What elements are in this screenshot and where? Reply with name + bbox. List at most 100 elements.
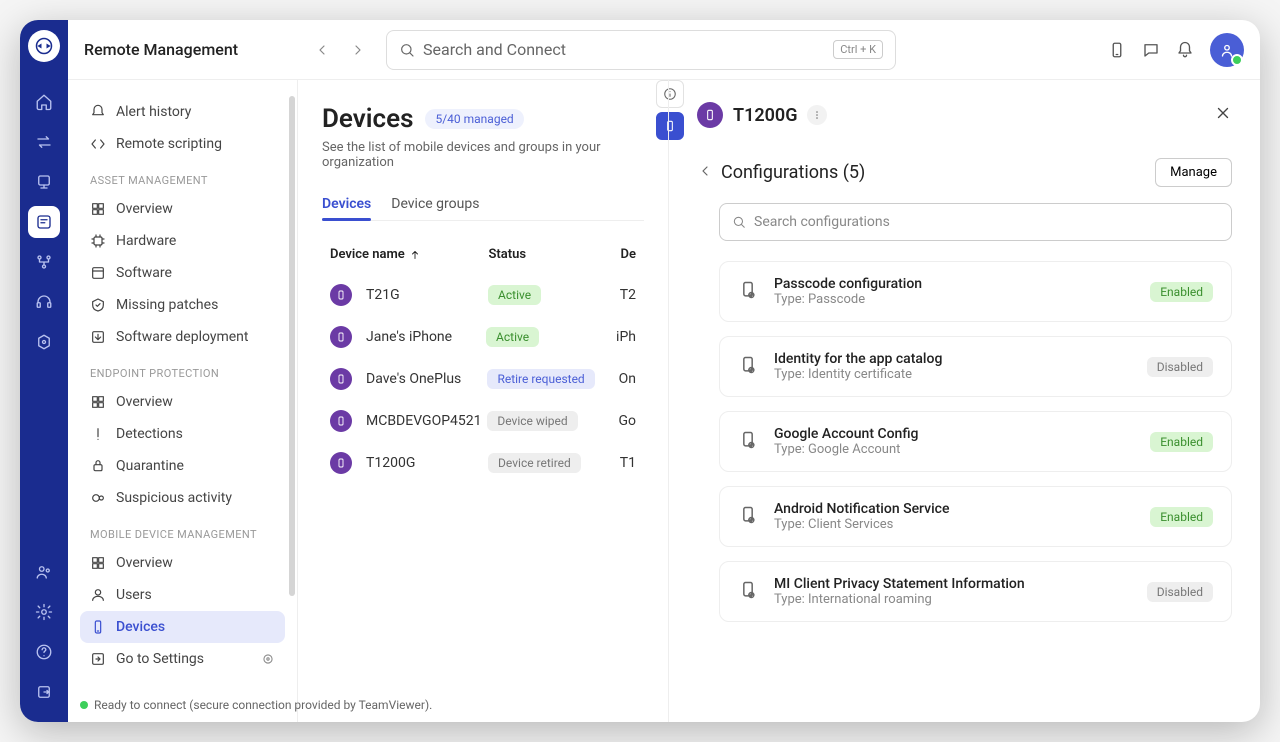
search-bar[interactable]: Search and Connect Ctrl + K xyxy=(386,30,896,70)
sidebar-item-users[interactable]: Users xyxy=(80,579,285,611)
kebab-menu[interactable] xyxy=(807,105,827,125)
page-subtitle: See the list of mobile devices and group… xyxy=(322,140,644,170)
device-type: iPh xyxy=(616,329,636,345)
device-name: T1200G xyxy=(366,455,415,471)
device-name: Jane's iPhone xyxy=(366,329,452,345)
config-state-badge: Disabled xyxy=(1147,582,1213,602)
table-row[interactable]: Dave's OnePlus Retire requested On xyxy=(322,358,644,400)
config-card[interactable]: Google Account Config Type: Google Accou… xyxy=(719,411,1232,472)
status-badge: Active xyxy=(488,285,541,305)
sidebar-item-mdm-overview[interactable]: Overview xyxy=(80,547,285,579)
sidebar-item-label: Detections xyxy=(116,426,183,442)
sidebar-item-label: Devices xyxy=(116,619,165,635)
sidebar-item-label: Overview xyxy=(116,555,173,571)
device-type: T1 xyxy=(620,455,636,471)
config-search[interactable]: Search configurations xyxy=(719,203,1232,241)
config-name: Identity for the app catalog xyxy=(774,351,1131,367)
col-status[interactable]: Status xyxy=(488,247,620,262)
sidebar-item-devices[interactable]: Devices xyxy=(80,611,285,643)
rail-devices-icon[interactable] xyxy=(28,166,60,198)
config-name: Passcode configuration xyxy=(774,276,1134,292)
col-device[interactable]: De xyxy=(621,247,636,262)
sidebar-section-endpoint: ENDPOINT PROTECTION xyxy=(80,353,285,386)
rail-people-icon[interactable] xyxy=(28,556,60,588)
back-button[interactable] xyxy=(697,163,713,183)
sidebar-item-remote-scripting[interactable]: Remote scripting xyxy=(80,128,285,160)
status-badge: Device retired xyxy=(488,453,581,473)
config-state-badge: Disabled xyxy=(1147,357,1213,377)
phone-icon xyxy=(330,410,352,432)
config-icon xyxy=(738,280,758,304)
rail-help-icon[interactable] xyxy=(28,636,60,668)
device-type: On xyxy=(619,371,636,387)
config-card[interactable]: Android Notification Service Type: Clien… xyxy=(719,486,1232,547)
sidebar-item-missing-patches[interactable]: Missing patches xyxy=(80,289,285,321)
sidebar-item-suspicious[interactable]: Suspicious activity xyxy=(80,482,285,514)
col-device-name[interactable]: Device name xyxy=(330,247,488,262)
rail-home-icon[interactable] xyxy=(28,86,60,118)
table-row[interactable]: T1200G Device retired T1 xyxy=(322,442,644,484)
sidebar-item-hardware[interactable]: Hardware xyxy=(80,225,285,257)
nav-forward-button[interactable] xyxy=(342,34,374,66)
config-card[interactable]: Identity for the app catalog Type: Ident… xyxy=(719,336,1232,397)
sidebar-item-ep-overview[interactable]: Overview xyxy=(80,386,285,418)
table-row[interactable]: MCBDEVGOP4521 Device wiped Go xyxy=(322,400,644,442)
config-icon xyxy=(738,580,758,604)
rail-gear-icon[interactable] xyxy=(28,596,60,628)
config-type: Type: Identity certificate xyxy=(774,367,1131,382)
sidebar-item-label: Software xyxy=(116,265,172,281)
sidebar-item-label: Remote scripting xyxy=(116,136,222,152)
nav-back-button[interactable] xyxy=(306,34,338,66)
tab-devices[interactable]: Devices xyxy=(322,188,371,220)
avatar[interactable] xyxy=(1210,33,1244,67)
config-card[interactable]: MI Client Privacy Statement Information … xyxy=(719,561,1232,622)
close-button[interactable] xyxy=(1214,104,1232,126)
sidebar-item-overview[interactable]: Overview xyxy=(80,193,285,225)
managed-badge: 5/40 managed xyxy=(425,109,523,129)
sidebar: Alert history Remote scripting ASSET MAN… xyxy=(68,80,298,722)
table-row[interactable]: Jane's iPhone Active iPh xyxy=(322,316,644,358)
config-search-placeholder: Search configurations xyxy=(754,214,890,230)
device-name: Dave's OnePlus xyxy=(366,371,461,387)
rail-swap-icon[interactable] xyxy=(28,126,60,158)
phone-icon xyxy=(330,326,352,348)
config-heading: Configurations (5) xyxy=(721,162,865,183)
status-badge: Active xyxy=(486,327,539,347)
sidebar-item-software[interactable]: Software xyxy=(80,257,285,289)
sidebar-item-quarantine[interactable]: Quarantine xyxy=(80,450,285,482)
config-icon xyxy=(738,430,758,454)
config-type: Type: Client Services xyxy=(774,517,1134,532)
bell-icon[interactable] xyxy=(1176,41,1194,59)
config-name: Android Notification Service xyxy=(774,501,1134,517)
sidebar-item-alert-history[interactable]: Alert history xyxy=(80,96,285,128)
detail-panel: T1200G Configurations (5) Manage Search … xyxy=(668,80,1260,722)
page-title: Devices xyxy=(322,104,413,134)
rail-flow-icon[interactable] xyxy=(28,246,60,278)
config-type: Type: Google Account xyxy=(774,442,1134,457)
config-state-badge: Enabled xyxy=(1150,507,1213,527)
rail-hex-icon[interactable] xyxy=(28,326,60,358)
rail-active-icon[interactable] xyxy=(28,206,60,238)
status-badge: Retire requested xyxy=(487,369,594,389)
phone-icon xyxy=(330,368,352,390)
chat-icon[interactable] xyxy=(1142,41,1160,59)
config-card[interactable]: Passcode configuration Type: Passcode En… xyxy=(719,261,1232,322)
config-icon xyxy=(738,505,758,529)
config-state-badge: Enabled xyxy=(1150,282,1213,302)
config-type: Type: International roaming xyxy=(774,592,1131,607)
rail-headset-icon[interactable] xyxy=(28,286,60,318)
device-icon[interactable] xyxy=(1108,41,1126,59)
phone-icon xyxy=(330,284,352,306)
rail-exit-icon[interactable] xyxy=(28,676,60,708)
table-row[interactable]: T21G Active T2 xyxy=(322,274,644,316)
tab-device-groups[interactable]: Device groups xyxy=(391,188,479,220)
sidebar-item-label: Overview xyxy=(116,394,173,410)
sort-asc-icon xyxy=(409,249,421,261)
sidebar-item-detections[interactable]: Detections xyxy=(80,418,285,450)
status-text: Ready to connect (secure connection prov… xyxy=(94,698,432,712)
sidebar-item-go-settings[interactable]: Go to Settings xyxy=(80,643,285,675)
sidebar-item-label: Alert history xyxy=(116,104,191,120)
header-title: Remote Management xyxy=(84,40,294,59)
sidebar-item-software-deployment[interactable]: Software deployment xyxy=(80,321,285,353)
manage-button[interactable]: Manage xyxy=(1155,158,1232,187)
